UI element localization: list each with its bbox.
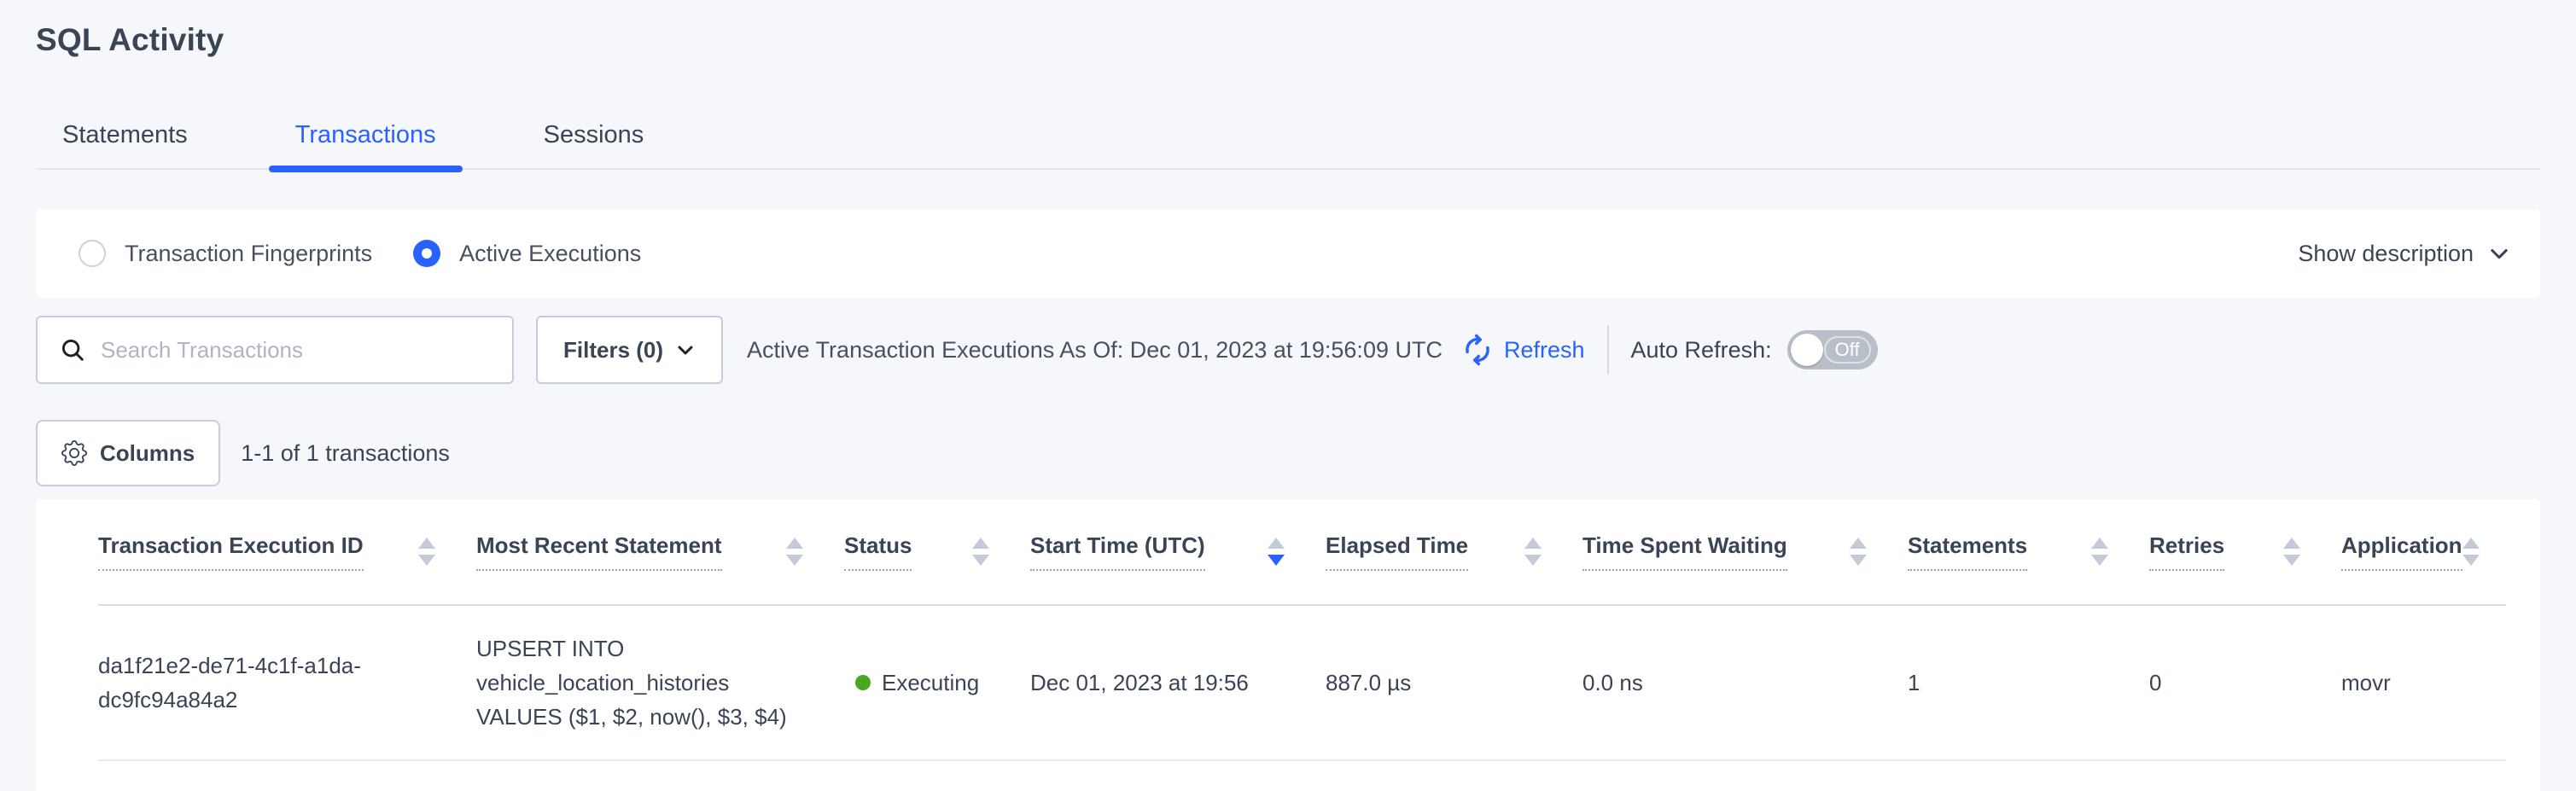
- refresh-icon: [1461, 334, 1494, 366]
- search-input[interactable]: [101, 337, 495, 364]
- refresh-label[interactable]: Refresh: [1504, 337, 1585, 364]
- results-count: 1-1 of 1 transactions: [241, 440, 450, 467]
- column-label[interactable]: Application: [2341, 532, 2462, 571]
- column-header-transaction-execution-id: Transaction Execution ID: [98, 499, 476, 605]
- sort-icon[interactable]: [1524, 538, 1542, 566]
- cell-time-spent-waiting: 0.0 ns: [1582, 605, 1908, 760]
- sort-icon-active-desc[interactable]: [1268, 538, 1285, 566]
- column-label[interactable]: Transaction Execution ID: [98, 532, 364, 571]
- radio-transaction-fingerprints[interactable]: Transaction Fingerprints: [79, 240, 372, 267]
- column-header-statements: Statements: [1908, 499, 2149, 605]
- sort-icon[interactable]: [2091, 538, 2108, 566]
- column-header-most-recent-statement: Most Recent Statement: [476, 499, 844, 605]
- cell-start-time: Dec 01, 2023 at 19:56: [1030, 605, 1326, 760]
- column-header-application: Application: [2341, 499, 2506, 605]
- sort-icon[interactable]: [786, 538, 803, 566]
- view-mode-card: Transaction Fingerprints Active Executio…: [36, 209, 2540, 298]
- auto-refresh-toggle[interactable]: Off: [1787, 330, 1878, 369]
- transactions-table: Transaction Execution ID Most Recent Sta…: [98, 499, 2506, 761]
- sort-icon[interactable]: [972, 538, 989, 566]
- sql-activity-page: SQL Activity Statements Transactions Ses…: [0, 0, 2576, 785]
- status-executing-dot-icon: [855, 675, 871, 690]
- columns-label: Columns: [100, 440, 195, 467]
- column-header-elapsed-time: Elapsed Time: [1326, 499, 1582, 605]
- column-header-status: Status: [844, 499, 1030, 605]
- tab-statements[interactable]: Statements: [36, 123, 214, 168]
- search-icon: [60, 337, 85, 363]
- transactions-table-card: Transaction Execution ID Most Recent Sta…: [36, 499, 2540, 791]
- page-title: SQL Activity: [36, 0, 2540, 58]
- radio-label[interactable]: Active Executions: [459, 241, 641, 267]
- sort-icon[interactable]: [2462, 538, 2480, 566]
- column-label[interactable]: Status: [844, 532, 912, 571]
- column-header-time-spent-waiting: Time Spent Waiting: [1582, 499, 1908, 605]
- table-header-row: Transaction Execution ID Most Recent Sta…: [98, 499, 2506, 605]
- column-label[interactable]: Most Recent Statement: [476, 532, 722, 571]
- cell-transaction-execution-id: da1f21e2-de71-4c1f-a1da-dc9fc94a84a2: [98, 605, 476, 760]
- cell-application: movr: [2341, 605, 2506, 760]
- column-label[interactable]: Retries: [2149, 532, 2224, 571]
- cell-status: Executing: [844, 605, 1030, 760]
- cell-statements: 1: [1908, 605, 2149, 760]
- as-of-timestamp: Active Transaction Executions As Of: Dec…: [747, 337, 1442, 364]
- column-label[interactable]: Start Time (UTC): [1030, 532, 1205, 571]
- filters-button[interactable]: Filters (0): [536, 316, 723, 384]
- cell-retries: 0: [2149, 605, 2341, 760]
- cell-most-recent-statement: UPSERT INTO vehicle_location_histories V…: [476, 605, 844, 760]
- column-header-start-time: Start Time (UTC): [1030, 499, 1326, 605]
- radio-selected-icon[interactable]: [413, 240, 440, 267]
- radio-unselected-icon[interactable]: [79, 240, 106, 267]
- tab-bar: Statements Transactions Sessions: [36, 123, 2540, 170]
- chevron-down-icon: [2487, 241, 2511, 265]
- toggle-knob[interactable]: [1791, 334, 1823, 366]
- column-label[interactable]: Elapsed Time: [1326, 532, 1468, 571]
- chevron-down-icon: [675, 340, 696, 360]
- vertical-divider: [1607, 325, 1609, 375]
- table-row: da1f21e2-de71-4c1f-a1da-dc9fc94a84a2 UPS…: [98, 605, 2506, 760]
- sort-icon[interactable]: [418, 538, 435, 566]
- show-description-toggle[interactable]: Show description: [2298, 241, 2511, 267]
- status-label: Executing: [882, 666, 979, 700]
- tab-sessions[interactable]: Sessions: [517, 123, 671, 168]
- controls-row: Filters (0) Active Transaction Execution…: [36, 316, 2540, 384]
- search-box[interactable]: [36, 316, 514, 384]
- refresh-button[interactable]: Refresh: [1461, 334, 1585, 366]
- sort-icon[interactable]: [2283, 538, 2300, 566]
- radio-active-executions[interactable]: Active Executions: [413, 240, 641, 267]
- cell-elapsed-time: 887.0 µs: [1326, 605, 1582, 760]
- show-description-label[interactable]: Show description: [2298, 241, 2474, 267]
- sort-icon[interactable]: [1850, 538, 1867, 566]
- filters-label: Filters (0): [563, 337, 663, 364]
- column-label[interactable]: Statements: [1908, 532, 2027, 571]
- column-header-retries: Retries: [2149, 499, 2341, 605]
- gear-icon: [61, 440, 87, 466]
- toggle-state-label: Off: [1824, 336, 1871, 364]
- tab-transactions[interactable]: Transactions: [269, 123, 463, 168]
- table-toolbar: Columns 1-1 of 1 transactions: [36, 420, 2540, 486]
- column-label[interactable]: Time Spent Waiting: [1582, 532, 1787, 571]
- columns-button[interactable]: Columns: [36, 420, 220, 486]
- radio-label[interactable]: Transaction Fingerprints: [125, 241, 372, 267]
- auto-refresh-label: Auto Refresh:: [1631, 337, 1772, 364]
